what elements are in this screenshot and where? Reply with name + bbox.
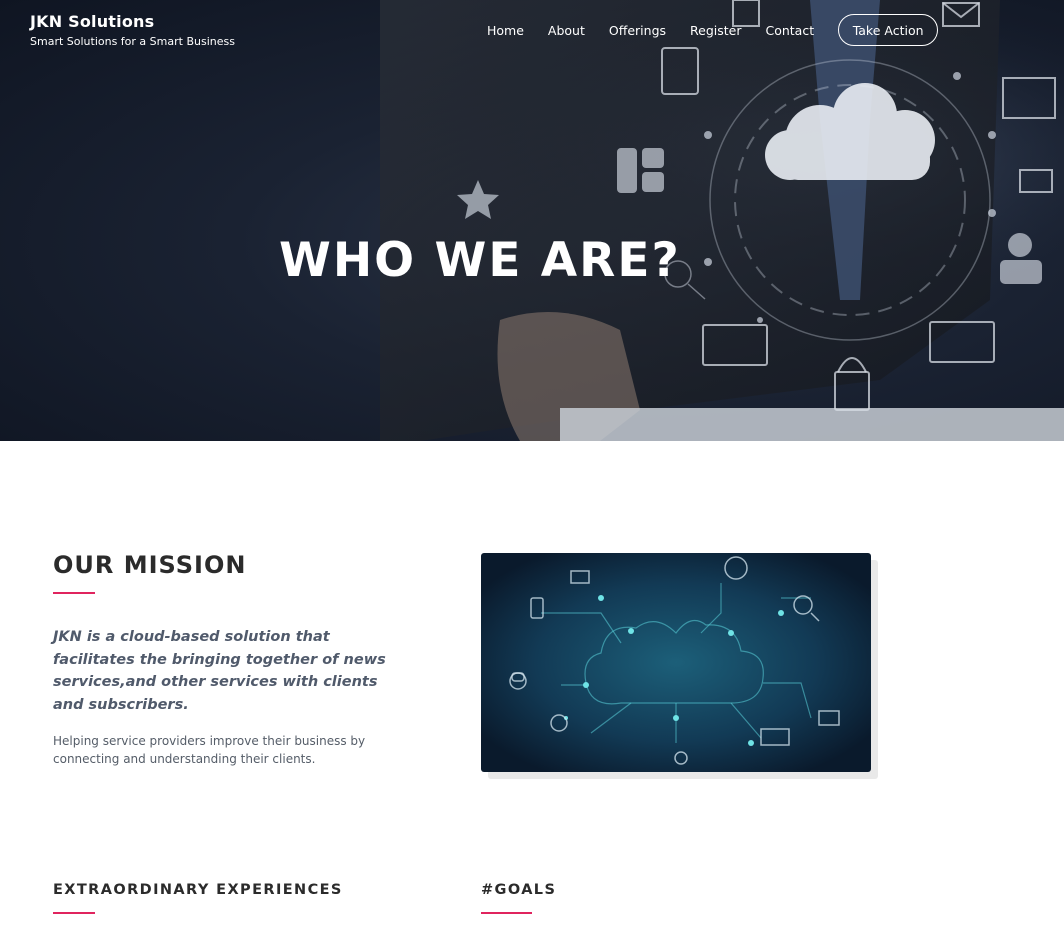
cloud-network-image <box>481 553 871 772</box>
take-action-button[interactable]: Take Action <box>838 14 939 46</box>
main-nav: Home About Offerings Register Contact Ta… <box>487 14 939 46</box>
mission-heading: OUR MISSION <box>53 551 247 579</box>
hero-background-image <box>0 0 1064 441</box>
experiences-heading: EXTRAORDINARY EXPERIENCES <box>53 882 343 898</box>
experiences-accent-divider <box>53 912 95 914</box>
goals-heading: #GOALS <box>481 882 557 898</box>
brand-tagline: Smart Solutions for a Smart Business <box>30 35 235 48</box>
mission-accent-divider <box>53 592 95 594</box>
nav-home[interactable]: Home <box>487 23 524 38</box>
hero-section: JKN Solutions Smart Solutions for a Smar… <box>0 0 1064 441</box>
mission-body-text: Helping service providers improve their … <box>53 734 366 766</box>
nav-about[interactable]: About <box>548 23 585 38</box>
brand-name[interactable]: JKN Solutions <box>30 12 235 31</box>
mission-lead-text: JKN is a cloud-based solution that facil… <box>53 629 386 713</box>
brand[interactable]: JKN Solutions Smart Solutions for a Smar… <box>30 12 235 48</box>
hero-title: WHO WE ARE? <box>279 233 681 288</box>
goals-accent-divider <box>481 912 532 914</box>
nav-contact[interactable]: Contact <box>765 23 814 38</box>
nav-register[interactable]: Register <box>690 23 741 38</box>
nav-offerings[interactable]: Offerings <box>609 23 666 38</box>
